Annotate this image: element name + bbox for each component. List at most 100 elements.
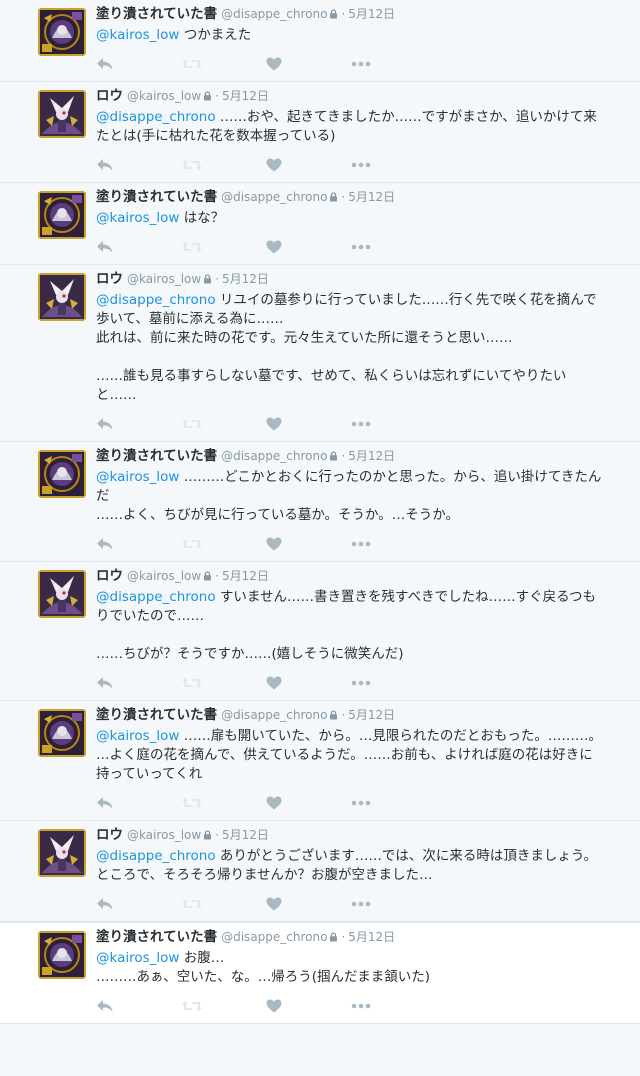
- display-name[interactable]: 塗り潰されていた書: [96, 707, 217, 723]
- tweet[interactable]: 塗り潰されていた書 @disappe_chrono · 5月12日 @kairos_l…: [0, 701, 640, 821]
- like-button[interactable]: [266, 417, 351, 431]
- heart-icon: [266, 796, 282, 810]
- screen-name[interactable]: @disappe_chrono: [221, 708, 327, 722]
- mention-link[interactable]: @kairos_low: [96, 728, 179, 744]
- retweet-button[interactable]: [181, 676, 266, 690]
- tweet-text: @disappe_chrono すいません……書き置きを残すべきでしたね……すぐ…: [96, 588, 606, 664]
- more-button[interactable]: [351, 162, 436, 168]
- tweet-header: ロウ @kairos_low · 5月12日: [96, 271, 630, 289]
- more-button[interactable]: [351, 800, 436, 806]
- low-character-avatar-icon[interactable]: [38, 273, 86, 321]
- like-button[interactable]: [266, 676, 351, 690]
- tweet[interactable]: ロウ @kairos_low · 5月12日 @disappe_chrono ありがと…: [0, 821, 640, 922]
- display-name[interactable]: 塗り潰されていた書: [96, 189, 217, 205]
- tweet[interactable]: 塗り潰されていた書 @disappe_chrono · 5月12日 @kairos_l…: [0, 183, 640, 265]
- screen-name[interactable]: @kairos_low: [127, 89, 201, 103]
- display-name[interactable]: ロウ: [96, 271, 123, 287]
- tweet-header: ロウ @kairos_low · 5月12日: [96, 568, 630, 586]
- more-button[interactable]: [351, 901, 436, 907]
- more-icon: [351, 61, 371, 67]
- tweet[interactable]: ロウ @kairos_low · 5月12日 @disappe_chrono すいませ…: [0, 562, 640, 701]
- more-button[interactable]: [351, 541, 436, 547]
- display-name[interactable]: ロウ: [96, 568, 123, 584]
- screen-name[interactable]: @kairos_low: [127, 828, 201, 842]
- retweet-button[interactable]: [181, 417, 266, 431]
- book-character-avatar-icon[interactable]: [38, 450, 86, 498]
- tweet-date[interactable]: 5月12日: [348, 190, 395, 204]
- display-name[interactable]: ロウ: [96, 827, 123, 843]
- display-name[interactable]: 塗り潰されていた書: [96, 929, 217, 945]
- screen-name[interactable]: @kairos_low: [127, 569, 201, 583]
- more-button[interactable]: [351, 680, 436, 686]
- book-character-avatar-icon[interactable]: [38, 931, 86, 979]
- retweet-button[interactable]: [181, 57, 266, 71]
- book-character-avatar-icon[interactable]: [38, 191, 86, 239]
- mention-link[interactable]: @kairos_low: [96, 210, 179, 226]
- low-character-avatar-icon[interactable]: [38, 90, 86, 138]
- display-name[interactable]: 塗り潰されていた書: [96, 448, 217, 464]
- display-name[interactable]: 塗り潰されていた書: [96, 6, 217, 22]
- like-button[interactable]: [266, 897, 351, 911]
- book-character-avatar-icon[interactable]: [38, 709, 86, 757]
- mention-link[interactable]: @disappe_chrono: [96, 109, 216, 125]
- reply-button[interactable]: [96, 676, 181, 690]
- display-name[interactable]: ロウ: [96, 88, 123, 104]
- more-button[interactable]: [351, 1003, 436, 1009]
- reply-button[interactable]: [96, 240, 181, 254]
- like-button[interactable]: [266, 158, 351, 172]
- retweet-button[interactable]: [181, 999, 266, 1013]
- screen-name[interactable]: @disappe_chrono: [221, 930, 327, 944]
- tweet-timeline: 塗り潰されていた書 @disappe_chrono · 5月12日 @kairos_l…: [0, 0, 640, 1024]
- retweet-button[interactable]: [181, 796, 266, 810]
- tweet-date[interactable]: 5月12日: [348, 930, 395, 944]
- mention-link[interactable]: @kairos_low: [96, 469, 179, 485]
- reply-button[interactable]: [96, 897, 181, 911]
- tweet-date[interactable]: 5月12日: [348, 7, 395, 21]
- low-character-avatar-icon[interactable]: [38, 829, 86, 877]
- tweet[interactable]: ロウ @kairos_low · 5月12日 @disappe_chrono リユイの…: [0, 265, 640, 442]
- like-button[interactable]: [266, 240, 351, 254]
- retweet-button[interactable]: [181, 897, 266, 911]
- book-character-avatar-icon[interactable]: [38, 8, 86, 56]
- screen-name[interactable]: @disappe_chrono: [221, 7, 327, 21]
- tweet-date[interactable]: 5月12日: [222, 89, 269, 103]
- mention-link[interactable]: @disappe_chrono: [96, 589, 216, 605]
- reply-button[interactable]: [96, 417, 181, 431]
- tweet-date[interactable]: 5月12日: [348, 449, 395, 463]
- mention-link[interactable]: @kairos_low: [96, 27, 179, 43]
- screen-name[interactable]: @disappe_chrono: [221, 190, 327, 204]
- low-character-avatar-icon[interactable]: [38, 570, 86, 618]
- more-icon: [351, 541, 371, 547]
- reply-button[interactable]: [96, 158, 181, 172]
- like-button[interactable]: [266, 537, 351, 551]
- reply-button[interactable]: [96, 796, 181, 810]
- more-button[interactable]: [351, 421, 436, 427]
- more-button[interactable]: [351, 61, 436, 67]
- tweet-actions: [96, 527, 630, 561]
- retweet-button[interactable]: [181, 240, 266, 254]
- tweet[interactable]: 塗り潰されていた書 @disappe_chrono · 5月12日 @kairos_l…: [0, 0, 640, 82]
- screen-name[interactable]: @disappe_chrono: [221, 449, 327, 463]
- tweet-date[interactable]: 5月12日: [348, 708, 395, 722]
- tweet[interactable]: 塗り潰されていた書 @disappe_chrono · 5月12日 @kairos_l…: [0, 442, 640, 562]
- tweet-date[interactable]: 5月12日: [222, 569, 269, 583]
- reply-button[interactable]: [96, 57, 181, 71]
- more-button[interactable]: [351, 244, 436, 250]
- tweet[interactable]: ロウ @kairos_low · 5月12日 @disappe_chrono ……おや…: [0, 82, 640, 183]
- like-button[interactable]: [266, 796, 351, 810]
- mention-link[interactable]: @kairos_low: [96, 950, 179, 966]
- mention-link[interactable]: @disappe_chrono: [96, 292, 216, 308]
- reply-button[interactable]: [96, 999, 181, 1013]
- screen-name[interactable]: @kairos_low: [127, 272, 201, 286]
- heart-icon: [266, 57, 282, 71]
- retweet-button[interactable]: [181, 158, 266, 172]
- like-button[interactable]: [266, 57, 351, 71]
- separator-dot: ·: [341, 708, 346, 722]
- like-button[interactable]: [266, 999, 351, 1013]
- retweet-button[interactable]: [181, 537, 266, 551]
- mention-link[interactable]: @disappe_chrono: [96, 848, 216, 864]
- tweet-date[interactable]: 5月12日: [222, 828, 269, 842]
- reply-button[interactable]: [96, 537, 181, 551]
- tweet[interactable]: 塗り潰されていた書 @disappe_chrono · 5月12日 @kairos_l…: [0, 922, 640, 1024]
- tweet-date[interactable]: 5月12日: [222, 272, 269, 286]
